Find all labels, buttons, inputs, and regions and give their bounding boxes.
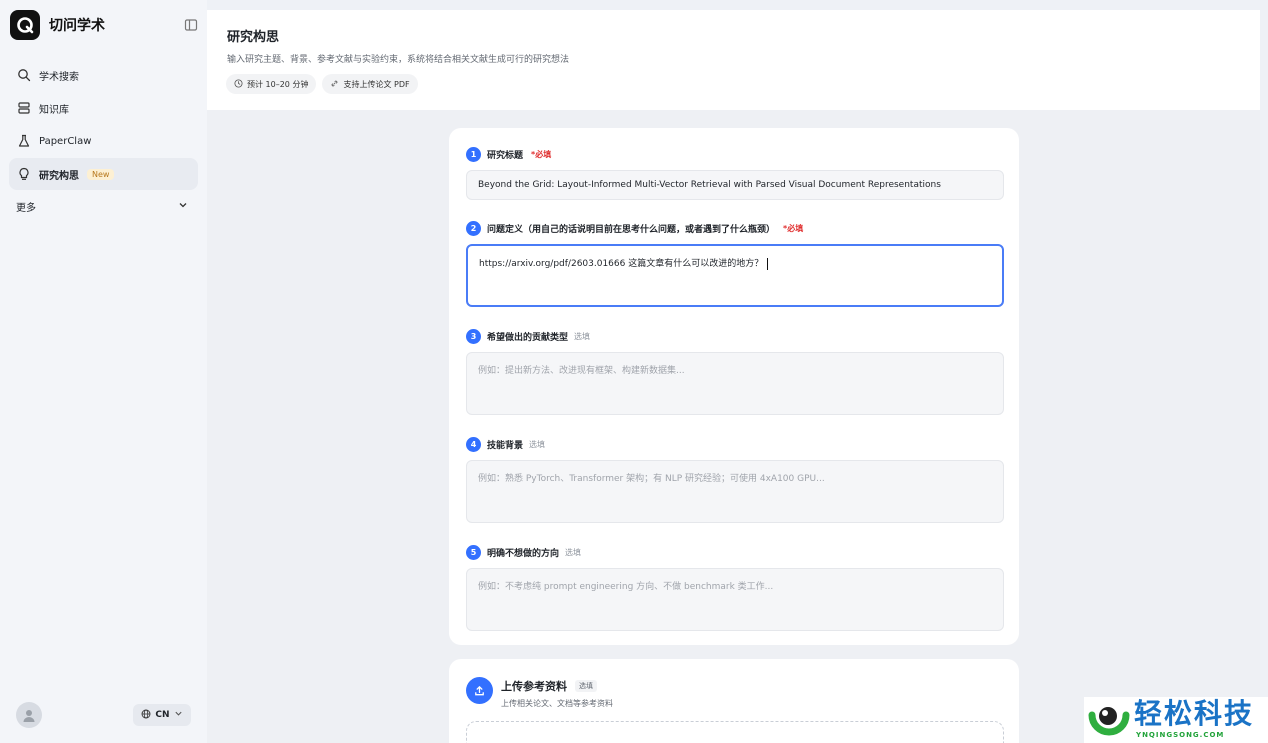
time-estimate-chip: 预计 10–20 分钟: [226, 74, 317, 94]
excluded-directions-textarea[interactable]: 例如：不考虑纯 prompt engineering 方向、不做 benchma…: [466, 568, 1004, 631]
sidebar-item-label: 知识库: [39, 104, 69, 116]
new-badge: New: [87, 168, 115, 180]
sidebar-nav: 学术搜索 知识库 PaperClaw 研究构思 New: [9, 59, 198, 191]
field-label: 问题定义（用自己的话说明目前在思考什么问题，或者遇到了什么瓶颈）: [487, 224, 776, 235]
textarea-placeholder: 例如：提出新方法、改进现有框架、构建新数据集...: [478, 366, 685, 376]
search-icon: [17, 68, 31, 82]
watermark-subtext: YNQINGSONG.COM: [1136, 731, 1225, 739]
field-contribution-type: 3 希望做出的贡献类型 选填 例如：提出新方法、改进现有框架、构建新数据集...: [466, 328, 1004, 415]
contribution-type-textarea[interactable]: 例如：提出新方法、改进现有框架、构建新数据集...: [466, 352, 1004, 415]
database-icon: [17, 101, 31, 115]
input-value: Beyond the Grid: Layout-Informed Multi-V…: [478, 180, 941, 190]
optional-marker: 选填: [529, 439, 546, 449]
lightbulb-icon: [17, 167, 31, 181]
textarea-placeholder: 例如：不考虑纯 prompt engineering 方向、不做 benchma…: [478, 582, 774, 592]
upload-subtitle: 上传相关论文、文档等参考资料: [501, 699, 613, 708]
brand-name: 切问学术: [49, 18, 105, 34]
page-subtitle: 输入研究主题、背景、参考文献与实验约束，系统将结合相关文献生成可行的研究想法: [227, 55, 570, 65]
page-title: 研究构思: [227, 30, 280, 45]
required-marker: *必填: [531, 149, 552, 159]
text-caret: [767, 257, 769, 270]
flask-icon: [17, 134, 31, 148]
sidebar-more-toggle[interactable]: 更多: [16, 199, 188, 214]
field-excluded-directions: 5 明确不想做的方向 选填 例如：不考虑纯 prompt engineering…: [466, 544, 1004, 631]
research-title-input[interactable]: Beyond the Grid: Layout-Informed Multi-V…: [466, 170, 1004, 200]
field-label: 研究标题: [487, 150, 524, 161]
step-number: 4: [466, 436, 481, 452]
language-selector[interactable]: CN: [133, 704, 191, 726]
chevron-down-icon: [174, 709, 183, 721]
optional-marker: 选填: [574, 331, 591, 341]
sidebar-item-label: 研究构思: [39, 170, 79, 182]
page-header: 研究构思 输入研究主题、背景、参考文献与实验约束，系统将结合相关文献生成可行的研…: [207, 10, 1260, 110]
upload-dropzone[interactable]: [466, 721, 1004, 743]
optional-tag: 选填: [575, 680, 597, 692]
language-label: CN: [155, 710, 170, 720]
step-number: 3: [466, 328, 481, 344]
pdf-support-chip: 支持上传论文 PDF: [322, 74, 418, 94]
research-form-card: 1 研究标题 *必填 Beyond the Grid: Layout-Infor…: [449, 128, 1019, 645]
field-problem-definition: 2 问题定义（用自己的话说明目前在思考什么问题，或者遇到了什么瓶颈） *必填 h…: [466, 220, 1004, 307]
watermark: 轻松科技 YNQINGSONG.COM: [1084, 697, 1268, 743]
avatar[interactable]: [16, 702, 42, 728]
header-chips: 预计 10–20 分钟 支持上传论文 PDF: [226, 74, 418, 94]
textarea-value: https://arxiv.org/pdf/2603.01666 这篇文章有什么…: [479, 259, 764, 269]
upload-icon: [466, 677, 493, 704]
sidebar-item-research-ideation[interactable]: 研究构思 New: [9, 158, 198, 190]
brand-logo-icon: [10, 10, 40, 40]
watermark-text: 轻松科技: [1134, 697, 1255, 730]
field-skill-background: 4 技能背景 选填 例如：熟悉 PyTorch、Transformer 架构；有…: [466, 436, 1004, 523]
optional-marker: 选填: [565, 547, 582, 557]
skill-background-textarea[interactable]: 例如：熟悉 PyTorch、Transformer 架构；有 NLP 研究经验；…: [466, 460, 1004, 523]
sidebar-item-label: 学术搜索: [39, 71, 79, 83]
field-research-title: 1 研究标题 *必填 Beyond the Grid: Layout-Infor…: [466, 146, 1004, 200]
main-content: 1 研究标题 *必填 Beyond the Grid: Layout-Infor…: [207, 110, 1260, 743]
chip-label: 预计 10–20 分钟: [247, 79, 309, 89]
sidebar-collapse-icon[interactable]: [184, 17, 198, 31]
step-number: 2: [466, 220, 481, 236]
globe-icon: [141, 709, 151, 722]
sidebar-item-knowledge-base[interactable]: 知识库: [9, 92, 198, 124]
problem-definition-textarea[interactable]: https://arxiv.org/pdf/2603.01666 这篇文章有什么…: [466, 244, 1004, 307]
upload-title: 上传参考资料: [501, 680, 567, 693]
field-label: 希望做出的贡献类型: [487, 332, 569, 343]
sidebar-item-label: PaperClaw: [39, 135, 92, 147]
field-label: 明确不想做的方向: [487, 548, 560, 559]
watermark-logo-icon: [1086, 699, 1132, 743]
sidebar: 切问学术 学术搜索 知识库 PaperClaw 研究构思 New 更多 CN: [0, 0, 207, 743]
required-marker: *必填: [783, 223, 804, 233]
sidebar-item-paperclaw[interactable]: PaperClaw: [9, 125, 198, 157]
clock-icon: [234, 78, 243, 90]
more-label: 更多: [16, 203, 36, 214]
step-number: 5: [466, 544, 481, 560]
chevron-down-icon: [178, 200, 188, 213]
brand[interactable]: 切问学术: [10, 10, 105, 40]
chip-label: 支持上传论文 PDF: [343, 79, 410, 89]
field-label: 技能背景: [487, 440, 524, 451]
step-number: 1: [466, 146, 481, 162]
sidebar-item-academic-search[interactable]: 学术搜索: [9, 59, 198, 91]
upload-card: 上传参考资料 选填 上传相关论文、文档等参考资料: [449, 659, 1019, 743]
link-icon: [330, 79, 339, 90]
textarea-placeholder: 例如：熟悉 PyTorch、Transformer 架构；有 NLP 研究经验；…: [478, 474, 825, 484]
